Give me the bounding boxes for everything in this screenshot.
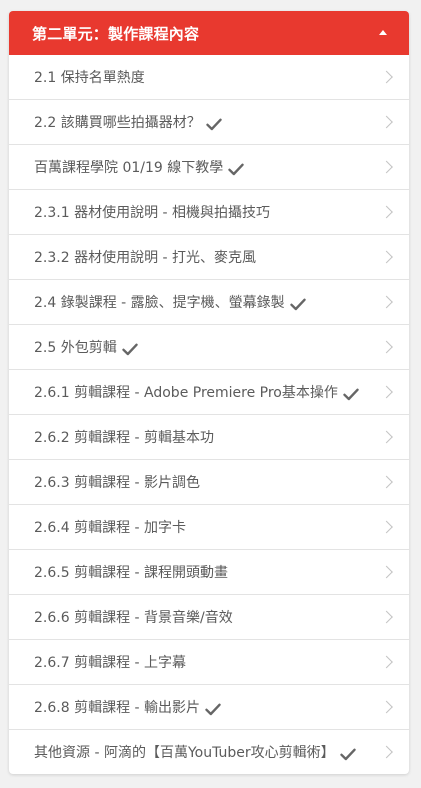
lesson-item[interactable]: 2.1 保持名單熱度 (9, 55, 409, 99)
checkmark-icon (122, 341, 138, 355)
lesson-item[interactable]: 2.6.5 剪輯課程 - 課程開頭動畫 (9, 549, 409, 594)
course-section-panel: 第二單元：製作課程內容 2.1 保持名單熱度 2.2 該購買哪些拍攝器材？ 百萬課程… (9, 11, 409, 774)
lesson-item-content: 2.4 錄製課程 - 露臉、提字機、螢幕錄製 (34, 292, 306, 312)
lesson-title: 其他資源 - 阿滴的【百萬YouTuber攻心剪輯術】 (34, 745, 335, 761)
chevron-right-icon (380, 70, 393, 84)
lesson-item[interactable]: 2.6.8 剪輯課程 - 輸出影片 (9, 684, 409, 729)
section-title: 第二單元：製作課程內容 (32, 24, 200, 43)
chevron-right-icon (380, 205, 393, 219)
lesson-item-content: 其他資源 - 阿滴的【百萬YouTuber攻心剪輯術】 (34, 742, 356, 762)
lesson-item-content: 2.5 外包剪輯 (34, 337, 138, 357)
checkmark-icon (205, 701, 221, 715)
lesson-item[interactable]: 2.6.7 剪輯課程 - 上字幕 (9, 639, 409, 684)
lesson-item-content: 2.2 該購買哪些拍攝器材？ (34, 112, 222, 132)
lesson-item-content: 2.6.4 剪輯課程 - 加字卡 (34, 517, 186, 537)
lesson-item[interactable]: 2.2 該購買哪些拍攝器材？ (9, 99, 409, 144)
checkmark-icon (289, 296, 306, 310)
lesson-item-content: 2.6.3 剪輯課程 - 影片調色 (34, 472, 200, 492)
lesson-item[interactable]: 百萬課程學院 01/19 線下教學 (9, 144, 409, 189)
lesson-item-content: 2.3.2 器材使用說明 - 打光、麥克風 (34, 247, 256, 267)
chevron-right-icon (380, 475, 393, 489)
chevron-right-icon (380, 115, 393, 129)
chevron-right-icon (380, 160, 393, 174)
lesson-item[interactable]: 2.3.2 器材使用說明 - 打光、麥克風 (9, 234, 409, 279)
checkmark-icon (228, 161, 244, 175)
lesson-title: 2.3.2 器材使用說明 - 打光、麥克風 (34, 250, 257, 266)
lesson-item[interactable]: 2.4 錄製課程 - 露臉、提字機、螢幕錄製 (9, 279, 409, 324)
chevron-right-icon (380, 700, 393, 714)
chevron-right-icon (380, 610, 393, 624)
lesson-title: 2.6.7 剪輯課程 - 上字幕 (34, 655, 187, 671)
lesson-item[interactable]: 2.6.2 剪輯課程 - 剪輯基本功 (9, 414, 409, 459)
chevron-right-icon (380, 340, 393, 354)
lesson-title: 2.6.1 剪輯課程 - Adobe Premiere Pro基本操作 (34, 385, 338, 401)
lesson-title: 2.6.8 剪輯課程 - 輸出影片 (34, 700, 201, 716)
lesson-title: 2.1 保持名單熱度 (34, 70, 145, 86)
lesson-item[interactable]: 2.6.4 剪輯課程 - 加字卡 (9, 504, 409, 549)
lesson-title: 百萬課程學院 01/19 線下教學 (34, 160, 224, 176)
lesson-title: 2.2 該購買哪些拍攝器材？ (34, 115, 201, 131)
section-header[interactable]: 第二單元：製作課程內容 (9, 11, 409, 55)
lesson-list: 2.1 保持名單熱度 2.2 該購買哪些拍攝器材？ 百萬課程學院 01/19 線下教… (9, 55, 409, 774)
lesson-item[interactable]: 2.6.6 剪輯課程 - 背景音樂/音效 (9, 594, 409, 639)
lesson-item[interactable]: 2.5 外包剪輯 (9, 324, 409, 369)
chevron-right-icon (380, 655, 393, 669)
lesson-item-content: 2.6.5 剪輯課程 - 課程開頭動畫 (34, 562, 228, 582)
chevron-right-icon (380, 250, 393, 264)
lesson-item[interactable]: 2.6.3 剪輯課程 - 影片調色 (9, 459, 409, 504)
lesson-title: 2.6.6 剪輯課程 - 背景音樂/音效 (34, 610, 233, 626)
lesson-item-content: 2.6.8 剪輯課程 - 輸出影片 (34, 697, 221, 717)
lesson-item[interactable]: 2.6.1 剪輯課程 - Adobe Premiere Pro基本操作 (9, 369, 409, 414)
lesson-item[interactable]: 其他資源 - 阿滴的【百萬YouTuber攻心剪輯術】 (9, 729, 409, 774)
checkmark-icon (343, 386, 359, 400)
lesson-item-content: 百萬課程學院 01/19 線下教學 (34, 157, 244, 177)
lesson-title: 2.3.1 器材使用說明 - 相機與拍攝技巧 (34, 205, 271, 221)
lesson-title: 2.5 外包剪輯 (34, 340, 117, 356)
lesson-item-content: 2.3.1 器材使用說明 - 相機與拍攝技巧 (34, 202, 270, 222)
chevron-right-icon (380, 385, 393, 399)
chevron-right-icon (380, 565, 393, 579)
lesson-item-content: 2.6.7 剪輯課程 - 上字幕 (34, 652, 186, 672)
chevron-right-icon (380, 520, 393, 534)
lesson-item-content: 2.6.6 剪輯課程 - 背景音樂/音效 (34, 607, 233, 627)
lesson-item[interactable]: 2.3.1 器材使用說明 - 相機與拍攝技巧 (9, 189, 409, 234)
lesson-title: 2.6.4 剪輯課程 - 加字卡 (34, 520, 187, 536)
lesson-title: 2.4 錄製課程 - 露臉、提字機、螢幕錄製 (34, 295, 285, 311)
lesson-item-content: 2.1 保持名單熱度 (34, 67, 145, 87)
lesson-title: 2.6.2 剪輯課程 - 剪輯基本功 (34, 430, 215, 446)
lesson-item-content: 2.6.1 剪輯課程 - Adobe Premiere Pro基本操作 (34, 382, 359, 402)
chevron-right-icon (380, 295, 393, 309)
chevron-right-icon (380, 430, 393, 444)
lesson-title: 2.6.3 剪輯課程 - 影片調色 (34, 475, 201, 491)
chevron-right-icon (380, 745, 393, 759)
checkmark-icon (206, 116, 222, 130)
checkmark-icon (339, 746, 356, 760)
lesson-title: 2.6.5 剪輯課程 - 課程開頭動畫 (34, 565, 229, 581)
caret-up-icon[interactable] (379, 30, 387, 35)
lesson-item-content: 2.6.2 剪輯課程 - 剪輯基本功 (34, 427, 214, 447)
